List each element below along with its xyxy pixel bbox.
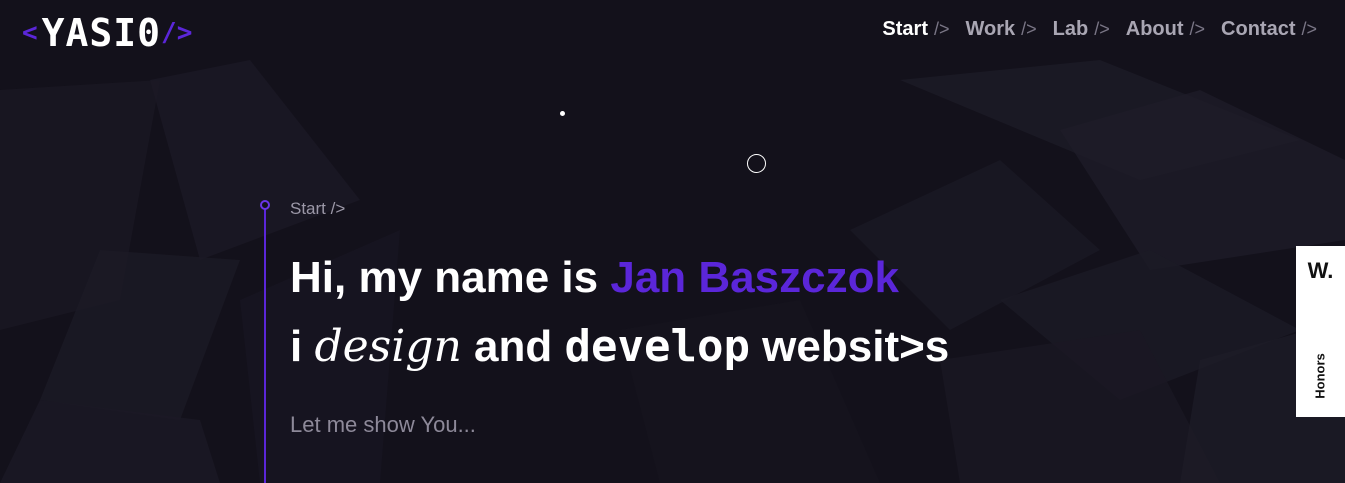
hero-greeting: Hi, my name is [290,253,611,302]
site-logo[interactable]: < YASI0 /> [22,10,192,56]
nav-item-suffix: /> [1094,19,1110,39]
section-label: Start /> [290,199,346,218]
hero-word-websites: websit>s [749,322,950,371]
nav-item-suffix: /> [1301,19,1317,39]
nav-item-suffix: /> [1189,19,1206,39]
hero-heading-line1: Hi, my name is Jan Baszczok [290,252,899,304]
hero-word-develop: develop [564,321,750,372]
nav-item-contact[interactable]: Contact /> [1221,18,1317,41]
hero-subtext: Let me show You... [290,412,476,437]
nav-item-work[interactable]: Work /> [966,18,1037,41]
hero-word-and: and [461,322,565,371]
awwwards-logo: W. [1307,258,1334,283]
nav-item-label: Contact [1221,18,1296,40]
nav-item-about[interactable]: About /> [1126,18,1205,41]
nav-item-label: Work [965,18,1016,40]
cursor-ring-icon [747,154,766,173]
nav-item-suffix: /> [934,19,950,39]
nav-item-suffix: /> [1021,19,1037,39]
main-nav: Start /> Work /> Lab /> About /> Contact… [882,18,1317,41]
honors-label: Honors [1312,353,1328,399]
logo-open-bracket: < [22,18,38,48]
logo-close-bracket: /> [161,18,193,48]
nav-item-lab[interactable]: Lab /> [1053,18,1110,41]
nav-item-label: Lab [1052,18,1089,40]
honors-badge[interactable]: W. Honors [1296,246,1345,417]
nav-item-label: Start [882,18,928,40]
nav-item-label: About [1125,18,1184,40]
hero-heading-line2: i design and develop websit>s [290,320,949,374]
hero-name: Jan Baszczok [610,253,899,302]
background-polygons [0,60,1345,483]
section-timeline-line [264,208,266,483]
hero-word-design: design [314,321,462,372]
section-timeline-dot [260,200,270,210]
logo-wordmark: YASI0 [41,11,162,55]
nav-item-start[interactable]: Start /> [882,18,949,41]
hero-word-i: i [290,322,315,371]
decorative-dot [560,111,565,116]
